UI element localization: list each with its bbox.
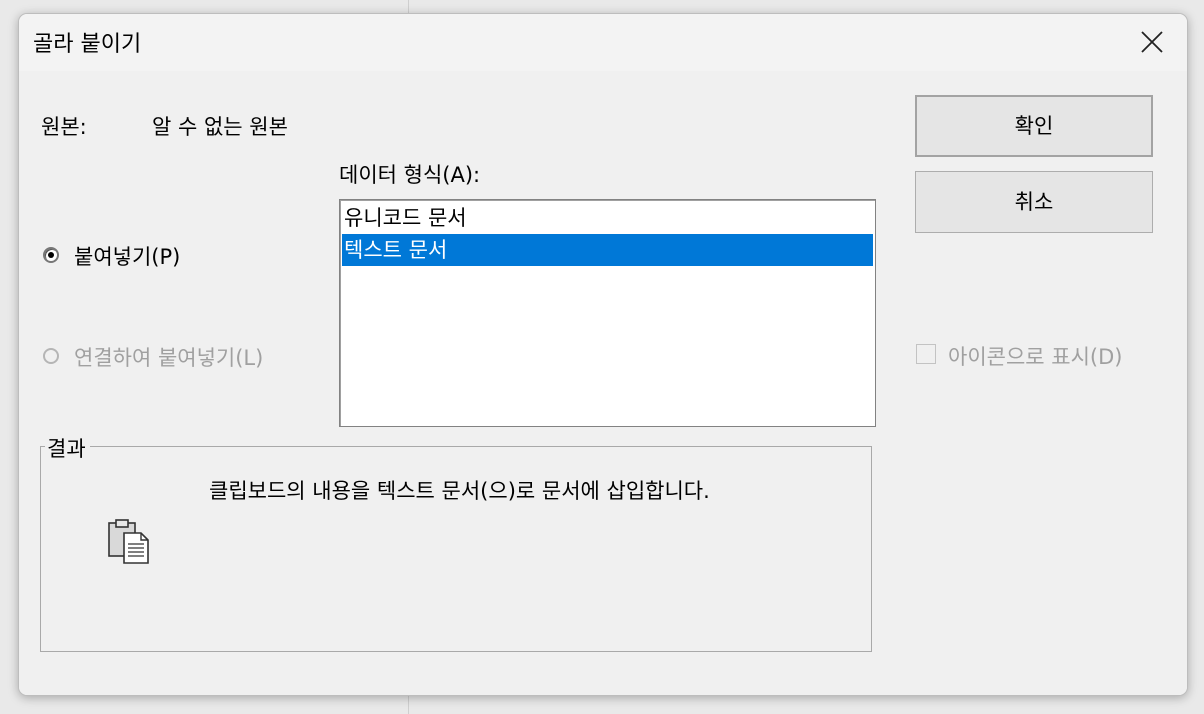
display-as-icon-label[interactable]: 아이콘으로 표시(D) bbox=[948, 341, 1122, 371]
paste-link-radio-label[interactable]: 연결하여 붙여넣기(L) bbox=[74, 342, 263, 372]
paste-radio-label[interactable]: 붙여넣기(P) bbox=[74, 241, 180, 271]
paste-link-radio[interactable] bbox=[43, 348, 59, 364]
list-item[interactable]: 유니코드 문서 bbox=[342, 202, 873, 234]
paste-radio[interactable] bbox=[43, 247, 59, 263]
result-label: 결과 bbox=[45, 433, 90, 463]
dialog-title: 골라 붙이기 bbox=[33, 32, 142, 57]
source-label: 원본: bbox=[41, 115, 87, 139]
result-description: 클립보드의 내용을 텍스트 문서(으)로 문서에 삽입합니다. bbox=[209, 479, 710, 503]
clipboard-document-icon bbox=[108, 519, 149, 564]
close-button[interactable] bbox=[1117, 14, 1187, 71]
paste-special-dialog: 골라 붙이기 원본: 알 수 없는 원본 데이터 형식(A): 붙여넣기(P) … bbox=[18, 13, 1188, 696]
ok-button[interactable]: 확인 bbox=[915, 95, 1153, 157]
cancel-button[interactable]: 취소 bbox=[915, 171, 1153, 233]
source-value: 알 수 없는 원본 bbox=[152, 115, 288, 139]
dialog-body: 원본: 알 수 없는 원본 데이터 형식(A): 붙여넣기(P) 연결하여 붙여… bbox=[19, 71, 1187, 695]
data-format-list[interactable]: 유니코드 문서 텍스트 문서 bbox=[339, 199, 876, 427]
data-format-label: 데이터 형식(A): bbox=[339, 163, 481, 187]
title-bar: 골라 붙이기 bbox=[19, 14, 1187, 71]
close-icon bbox=[1141, 31, 1163, 53]
display-as-icon-checkbox[interactable] bbox=[916, 344, 936, 364]
list-item-selected[interactable]: 텍스트 문서 bbox=[342, 234, 873, 266]
